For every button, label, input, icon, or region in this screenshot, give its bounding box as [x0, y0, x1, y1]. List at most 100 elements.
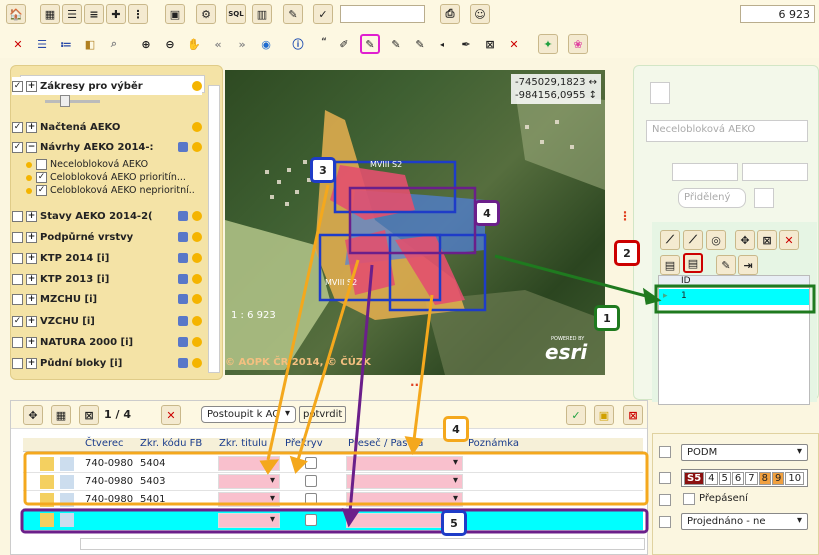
layer-checkbox[interactable]: [12, 231, 23, 243]
layer-checkbox[interactable]: [12, 210, 23, 222]
layer-settings-icon[interactable]: [192, 122, 202, 132]
prasen-dropdown[interactable]: [346, 492, 463, 507]
layer-checkbox[interactable]: [12, 273, 23, 285]
select-box-icon[interactable]: ⊠: [757, 230, 777, 250]
layer-list-icon[interactable]: [178, 253, 188, 263]
col-ctverec[interactable]: Čtverec: [85, 438, 124, 449]
delete-icon[interactable]: ✕: [504, 34, 524, 54]
add-icon[interactable]: ✚: [106, 4, 126, 24]
numbers-checkbox[interactable]: [659, 472, 671, 484]
pin-icon[interactable]: ✒: [456, 34, 476, 54]
document-icon[interactable]: [650, 82, 670, 104]
layer-checkbox[interactable]: ✓: [12, 80, 23, 92]
move-icon[interactable]: ✥: [735, 230, 755, 250]
stack-layers-icon[interactable]: ◧: [80, 34, 100, 54]
col-prekryv[interactable]: Překryv: [285, 438, 323, 449]
layer-settings-icon[interactable]: [192, 142, 202, 152]
draw-line-icon[interactable]: ⟋: [660, 230, 680, 250]
expand-icon[interactable]: +: [26, 210, 37, 222]
layer-checkbox[interactable]: ✓: [12, 315, 23, 327]
search-input[interactable]: [340, 5, 425, 23]
layer-checkbox[interactable]: ✓: [12, 141, 23, 153]
col-poznamka[interactable]: Poznámka: [468, 438, 519, 449]
list-icon[interactable]: ⋮: [128, 4, 148, 24]
layer-list-icon[interactable]: [178, 142, 188, 152]
layer-settings-icon[interactable]: [192, 211, 202, 221]
edit-icon[interactable]: ✎: [283, 4, 303, 24]
expand-icon[interactable]: +: [26, 80, 37, 92]
layer-row[interactable]: + KTP 2014 [i]: [12, 249, 202, 267]
draw-line-alt-icon[interactable]: ⟋: [683, 230, 703, 250]
edit-pen-icon[interactable]: ✎: [360, 34, 380, 54]
prepaseni-left-checkbox[interactable]: [659, 494, 671, 506]
status-select[interactable]: Přidělený: [678, 188, 746, 208]
splitter-handle-h[interactable]: ··: [410, 379, 435, 391]
zoom-box-icon[interactable]: ⊠: [79, 405, 99, 425]
quote-icon[interactable]: “: [314, 32, 334, 52]
number-chip[interactable]: 7: [745, 471, 758, 485]
layer-row[interactable]: + Podpůrné vrstvy: [12, 228, 202, 246]
number-chip[interactable]: 5: [718, 471, 731, 485]
layer-checkbox[interactable]: [12, 336, 23, 348]
podm-checkbox[interactable]: [659, 446, 671, 458]
pan-icon[interactable]: ✋: [184, 34, 204, 54]
expand-icon[interactable]: +: [26, 121, 37, 133]
cancel-edit-icon[interactable]: ⊠: [623, 405, 643, 425]
layer-row[interactable]: + Stavy AEKO 2014-2(: [12, 207, 202, 225]
print-map-icon[interactable]: ▣: [165, 4, 185, 24]
globe-icon[interactable]: ◉: [256, 34, 276, 54]
horizontal-scrollbar[interactable]: [80, 538, 645, 550]
expand-icon[interactable]: +: [26, 336, 37, 348]
stack-icon[interactable]: ≡: [84, 4, 104, 24]
collapse-icon[interactable]: −: [26, 141, 37, 153]
prekryv-checkbox[interactable]: [305, 493, 317, 505]
layer-list-icon[interactable]: [178, 316, 188, 326]
prekryv-checkbox[interactable]: [305, 514, 317, 526]
layer-row[interactable]: ✓ + VZCHÚ [i]: [12, 312, 202, 330]
info-icon[interactable]: [40, 475, 54, 489]
help-icon[interactable]: ☺: [470, 4, 490, 24]
shape-icon[interactable]: ❀: [568, 34, 588, 54]
table-row[interactable]: 740-0980 5403: [23, 473, 643, 491]
layer-row[interactable]: + NATURA 2000 [i]: [12, 333, 202, 351]
opacity-slider-handle[interactable]: [60, 95, 70, 107]
layer-row[interactable]: + Půdní bloky [i]: [12, 354, 202, 372]
info-icon[interactable]: ⓘ: [288, 34, 308, 54]
move-icon[interactable]: ✥: [23, 405, 43, 425]
right-input-1[interactable]: [672, 163, 738, 181]
layer-checkbox[interactable]: ✓: [12, 121, 23, 133]
table-icon[interactable]: ▥: [252, 4, 272, 24]
table-icon[interactable]: ▦: [51, 405, 71, 425]
expand-icon[interactable]: +: [26, 293, 37, 305]
accept-icon[interactable]: ✓: [566, 405, 586, 425]
number-chip[interactable]: 4: [705, 471, 718, 485]
move-icon[interactable]: [60, 493, 74, 507]
save-icon[interactable]: ▣: [594, 405, 614, 425]
titul-dropdown[interactable]: [218, 474, 280, 489]
aeko-type-select[interactable]: Necelobloková AEKO: [646, 120, 808, 142]
number-chip[interactable]: 6: [731, 471, 745, 485]
table-row[interactable]: 740-0980 5404: [23, 455, 643, 473]
zoom-in-icon[interactable]: ⊕: [136, 34, 156, 54]
layer-list-icon[interactable]: [178, 337, 188, 347]
numbers-select[interactable]: S5 4 5 6 7 8 9 10: [681, 469, 808, 487]
prepaseni-checkbox[interactable]: [683, 493, 695, 505]
expand-icon[interactable]: +: [26, 252, 37, 264]
layer-row[interactable]: + MZCHÚ [i]: [12, 290, 202, 308]
layer-settings-icon[interactable]: [192, 337, 202, 347]
sublayer-row[interactable]: Necelobloková AEKO: [26, 159, 148, 170]
sql-icon[interactable]: SQL: [226, 4, 246, 24]
menu-icon[interactable]: ☰: [32, 34, 52, 54]
indent-icon[interactable]: ≔: [56, 34, 76, 54]
box-icon[interactable]: ⊠: [480, 34, 500, 54]
opacity-slider[interactable]: [45, 100, 100, 103]
titul-dropdown[interactable]: [218, 492, 280, 507]
remove-icon[interactable]: ✕: [779, 230, 799, 250]
printer-icon[interactable]: ⎙: [440, 4, 460, 24]
info-icon[interactable]: [40, 493, 54, 507]
move-icon[interactable]: [60, 513, 74, 527]
prekryv-checkbox[interactable]: [305, 475, 317, 487]
layer-checkbox[interactable]: [12, 252, 23, 264]
pen-icon[interactable]: ✎: [410, 34, 430, 54]
sublayer-checkbox[interactable]: [36, 159, 47, 170]
